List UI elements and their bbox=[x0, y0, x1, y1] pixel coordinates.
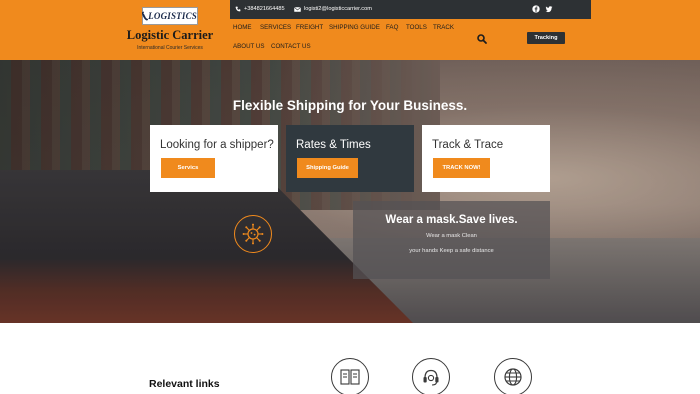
topbar-email[interactable]: logisti2@logisticcarrier.com bbox=[294, 6, 372, 12]
mask-line-1: Wear a mask Clean bbox=[426, 233, 477, 239]
mask-title: Wear a mask.Save lives. bbox=[385, 214, 518, 226]
support-headset-icon[interactable] bbox=[412, 358, 450, 394]
virus-icon bbox=[234, 215, 272, 253]
tracking-button[interactable]: Tracking bbox=[527, 32, 565, 44]
card-track-title: Track & Trace bbox=[432, 139, 504, 151]
brand-tagline: International Courier Services bbox=[137, 45, 203, 51]
mail-icon bbox=[294, 6, 301, 12]
nav-tools[interactable]: TOOLS bbox=[406, 24, 427, 31]
brand[interactable]: LOGISTICS Logistic Carrier International… bbox=[120, 7, 220, 51]
site-header: LOGISTICS Logistic Carrier International… bbox=[0, 0, 700, 60]
mask-line-2: your hands Keep a safe distance bbox=[409, 248, 494, 254]
nav-home[interactable]: HOME bbox=[233, 24, 252, 31]
card-shipper: Looking for a shipper? Servics bbox=[150, 125, 278, 192]
nav-contact-us[interactable]: CONTACT US bbox=[271, 43, 311, 50]
card-rates-title: Rates & Times bbox=[296, 139, 371, 151]
nav-freight[interactable]: FREIGHT bbox=[296, 24, 323, 31]
email-address: logisti2@logisticcarrier.com bbox=[304, 6, 372, 12]
hero-title: Flexible Shipping for Your Business. bbox=[232, 98, 468, 113]
track-now-button[interactable]: TRACK NOW! bbox=[433, 158, 490, 178]
relevant-links-title: Relevant links bbox=[149, 378, 220, 390]
search-icon[interactable] bbox=[476, 32, 488, 44]
logo-text: LOGISTICS bbox=[148, 11, 197, 21]
globe-icon[interactable] bbox=[494, 358, 532, 394]
nav-track[interactable]: TRACK bbox=[433, 24, 454, 31]
contact-topbar: +384821664485 logisti2@logisticcarrier.c… bbox=[230, 0, 591, 19]
phone-icon bbox=[235, 6, 241, 12]
card-shipper-title: Looking for a shipper? bbox=[160, 139, 274, 151]
logo[interactable]: LOGISTICS bbox=[140, 7, 198, 25]
card-rates: Rates & Times Shipping Guide bbox=[286, 125, 414, 192]
nav-faq[interactable]: FAQ bbox=[386, 24, 398, 31]
document-icon[interactable] bbox=[331, 358, 369, 394]
nav-services[interactable]: SERVICES bbox=[260, 24, 291, 31]
brand-name: Logistic Carrier bbox=[126, 28, 214, 42]
nav-shipping-guide[interactable]: SHIPPING GUIDE bbox=[329, 24, 380, 31]
facebook-icon[interactable] bbox=[532, 5, 540, 13]
card-track: Track & Trace TRACK NOW! bbox=[422, 125, 550, 192]
topbar-phone[interactable]: +384821664485 bbox=[235, 6, 285, 12]
nav-about-us[interactable]: ABOUT US bbox=[233, 43, 265, 50]
mask-notice: Wear a mask.Save lives. Wear a mask Clea… bbox=[353, 201, 550, 279]
shipping-guide-button[interactable]: Shipping Guide bbox=[297, 158, 358, 178]
phone-number: +384821664485 bbox=[244, 6, 285, 12]
services-button[interactable]: Servics bbox=[161, 158, 215, 178]
twitter-icon[interactable] bbox=[545, 5, 553, 13]
